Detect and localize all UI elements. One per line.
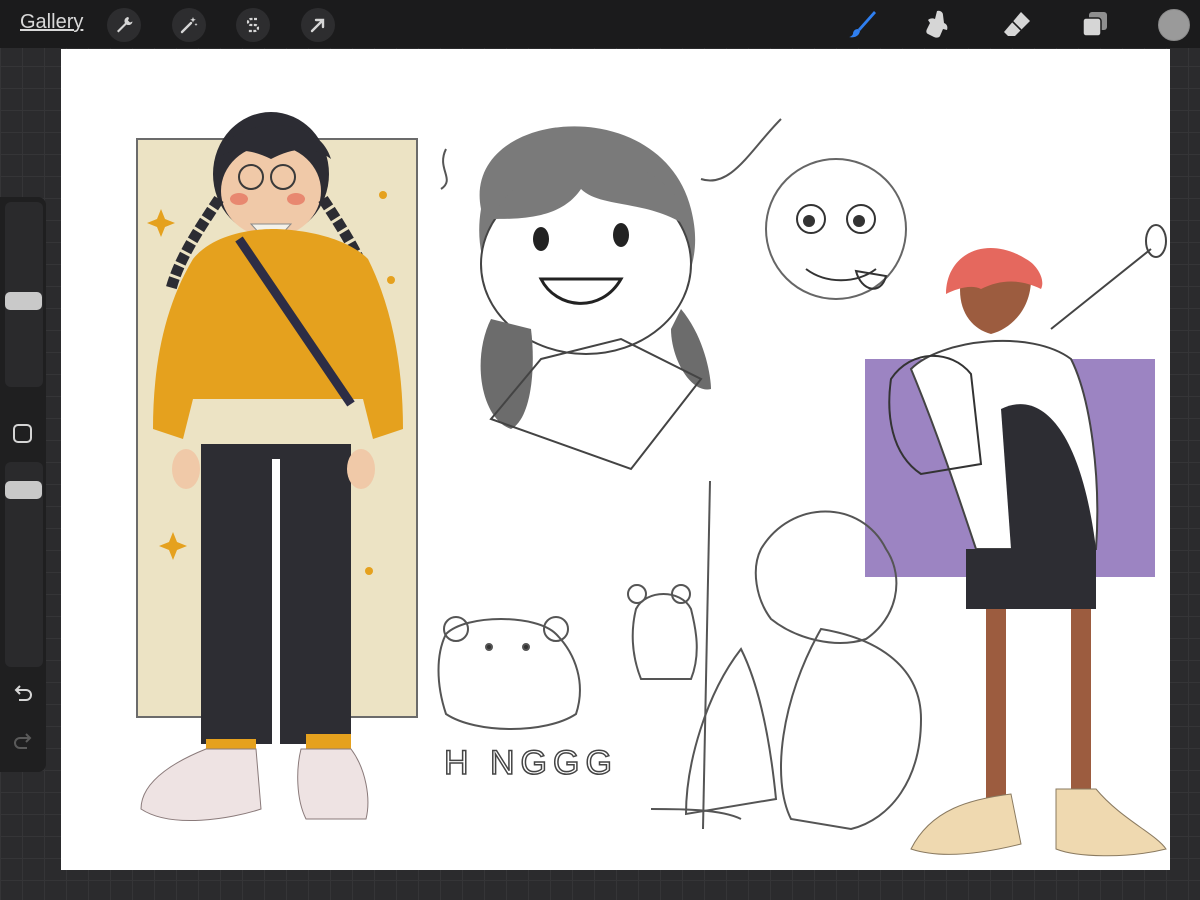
- sparkle-dot: [379, 191, 387, 199]
- transform-arrow-icon[interactable]: [301, 8, 335, 42]
- grey-portrait-sketch: [440, 118, 782, 471]
- gallery-button[interactable]: Gallery: [20, 11, 83, 34]
- brush-size-thumb[interactable]: [5, 292, 42, 310]
- selection-s-icon[interactable]: [236, 8, 270, 42]
- opacity-thumb[interactable]: [5, 481, 42, 499]
- undo-icon[interactable]: [11, 684, 35, 706]
- left-sidebar: [0, 197, 46, 772]
- layers-icon[interactable]: [1078, 7, 1112, 41]
- artwork-sketches: H NGGG: [136, 112, 1167, 857]
- wrench-icon[interactable]: [107, 8, 141, 42]
- sketch-handwriting: H NGGG: [444, 744, 618, 782]
- eraser-icon[interactable]: [1000, 7, 1034, 41]
- top-toolbar: Gallery: [0, 0, 1200, 48]
- redo-icon[interactable]: [11, 732, 35, 754]
- square-icon[interactable]: [13, 424, 32, 443]
- color-picker-swatch[interactable]: [1158, 9, 1190, 41]
- hamster-sketches: [437, 584, 698, 730]
- red-hair-guitar-figure: [865, 224, 1167, 857]
- brush-icon[interactable]: [845, 7, 879, 41]
- smudge-icon[interactable]: [922, 7, 956, 41]
- sparkle-dot: [387, 276, 395, 284]
- sparkle-dot: [365, 567, 373, 575]
- magic-wand-icon[interactable]: [172, 8, 206, 42]
- drawing-canvas[interactable]: H NGGG: [61, 49, 1170, 870]
- emoji-sketch: [765, 158, 907, 300]
